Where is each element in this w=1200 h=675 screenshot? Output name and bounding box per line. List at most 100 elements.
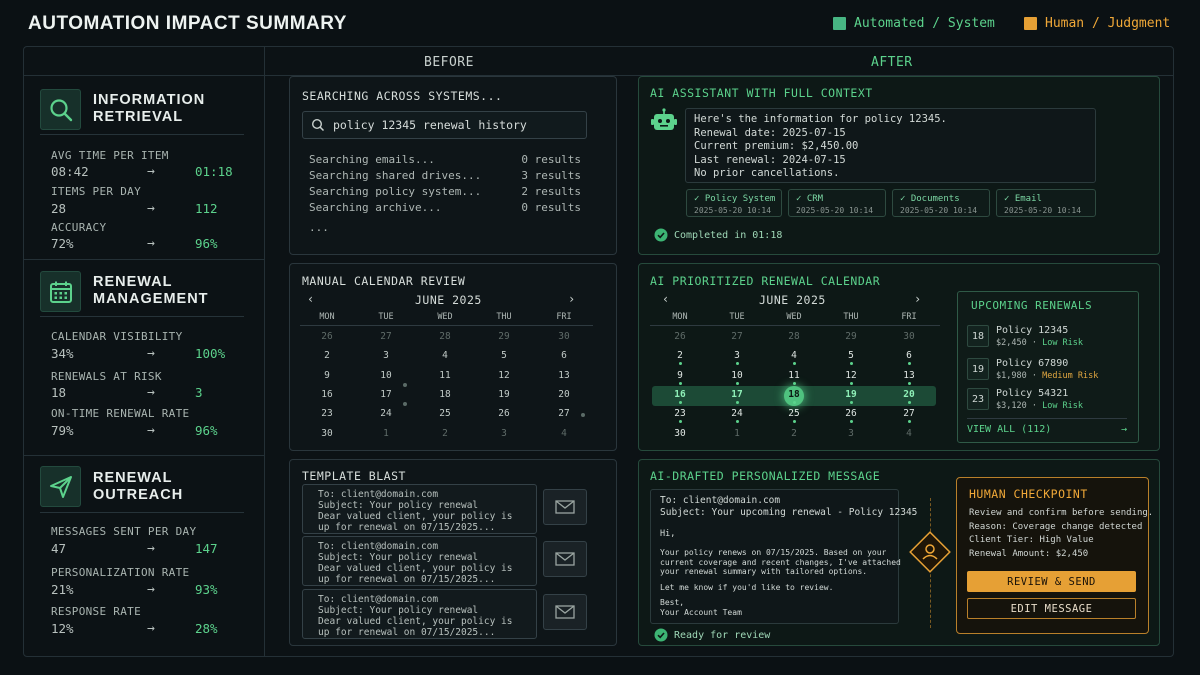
calendar-day[interactable]: 18 [779,389,809,400]
calendar-day[interactable]: 9 [312,370,342,381]
section-underline [40,512,244,513]
calendar-day[interactable]: 12 [836,370,866,381]
calendar-day[interactable]: 29 [489,331,519,342]
metric-label: ITEMS PER DAY [51,185,141,198]
template-blast-title: TEMPLATE BLAST [302,469,406,483]
calendar-day[interactable]: 18 [430,389,460,400]
calendar-day[interactable]: 27 [722,331,752,342]
source-chip[interactable]: ✓ Policy System 2025-05-20 10:14 [686,189,782,217]
calendar-day[interactable]: 24 [722,408,752,419]
calendar-day[interactable]: 16 [665,389,695,400]
section-title-renewal-management: RENEWAL MANAGEMENT [93,274,209,307]
calendar-day[interactable]: 27 [549,408,579,419]
calendar-day[interactable]: 28 [779,331,809,342]
calendar-day[interactable]: 10 [722,370,752,381]
calendar-day[interactable]: 29 [836,331,866,342]
chevron-left-icon[interactable]: ‹ [662,292,669,306]
calendar-day[interactable]: 23 [312,408,342,419]
renewal-dot [850,382,853,385]
column-divider [264,47,265,656]
calendar-day[interactable]: 1 [722,428,752,439]
calendar-day[interactable]: 2 [665,350,695,361]
ready-status: Ready for review [654,628,770,642]
calendar-day[interactable]: 16 [312,389,342,400]
calendar-day[interactable]: 3 [836,428,866,439]
arrow-right-icon: → [1120,424,1127,435]
calendar-day[interactable]: 20 [894,389,924,400]
metric-after: 3 [195,385,203,400]
calendar-day[interactable]: 2 [312,350,342,361]
source-chip[interactable]: ✓ CRM 2025-05-20 10:14 [788,189,886,217]
ai-calendar-title: AI PRIORITIZED RENEWAL CALENDAR [650,274,881,288]
ai-message-title: AI-DRAFTED PERSONALIZED MESSAGE [650,469,881,483]
metric-label: AVG TIME PER ITEM [51,149,169,162]
renewal-dot [736,420,739,423]
calendar-day[interactable]: 6 [894,350,924,361]
calendar-day[interactable]: 17 [722,389,752,400]
calendar-day[interactable]: 28 [430,331,460,342]
renewal-item[interactable]: 23 Policy 54321 $3,120 · Low Risk [967,388,1127,414]
calendar-day[interactable]: 30 [894,331,924,342]
weekday-label: FRI [556,312,572,322]
calendar-day[interactable]: 4 [894,428,924,439]
calendar-day[interactable]: 4 [430,350,460,361]
calendar-day[interactable]: 12 [489,370,519,381]
row-divider-2 [24,455,265,456]
calendar-day[interactable]: 10 [371,370,401,381]
view-all-link[interactable]: VIEW ALL (112) → [967,424,1127,435]
metric-after: 147 [195,541,218,556]
calendar-day[interactable]: 23 [665,408,695,419]
metric-after: 112 [195,201,218,216]
renewal-dot [908,362,911,365]
calendar-day[interactable]: 30 [312,428,342,439]
renewal-item[interactable]: 18 Policy 12345 $2,450 · Low Risk [967,325,1127,351]
calendar-day[interactable]: 4 [779,350,809,361]
assistant-panel-title: AI ASSISTANT WITH FULL CONTEXT [650,86,873,100]
chevron-left-icon[interactable]: ‹ [307,292,314,306]
calendar-day[interactable]: 6 [549,350,579,361]
calendar-day[interactable]: 26 [836,408,866,419]
calendar-day[interactable]: 17 [371,389,401,400]
calendar-day[interactable]: 19 [836,389,866,400]
calendar-day[interactable]: 20 [549,389,579,400]
arrow-icon: → [147,164,155,179]
calendar-day[interactable]: 25 [430,408,460,419]
checkpoint-details: Review and confirm before sending. Reaso… [969,508,1154,559]
calendar-day[interactable]: 2 [430,428,460,439]
calendar-day[interactable]: 11 [779,370,809,381]
chevron-right-icon[interactable]: › [568,292,575,306]
calendar-day[interactable]: 30 [665,428,695,439]
calendar-day[interactable]: 9 [665,370,695,381]
calendar-day[interactable]: 4 [549,428,579,439]
calendar-day[interactable]: 25 [779,408,809,419]
section-title-outreach: RENEWAL OUTREACH [93,470,184,503]
chevron-right-icon[interactable]: › [914,292,921,306]
calendar-day[interactable]: 3 [722,350,752,361]
calendar-day[interactable]: 3 [371,350,401,361]
weekday-label: MON [672,312,688,322]
calendar-day[interactable]: 11 [430,370,460,381]
calendar-day[interactable]: 13 [549,370,579,381]
event-dot [581,413,585,417]
calendar-day[interactable]: 27 [894,408,924,419]
source-chip[interactable]: ✓ Documents 2025-05-20 10:14 [892,189,990,217]
review-send-button[interactable]: REVIEW & SEND [967,571,1136,592]
calendar-day[interactable]: 24 [371,408,401,419]
calendar-day[interactable]: 19 [489,389,519,400]
calendar-day[interactable]: 13 [894,370,924,381]
calendar-day[interactable]: 30 [549,331,579,342]
calendar-day[interactable]: 5 [489,350,519,361]
renewal-item[interactable]: 19 Policy 67890 $1,980 · Medium Risk [967,358,1127,384]
source-chip[interactable]: ✓ Email 2025-05-20 10:14 [996,189,1096,217]
calendar-day[interactable]: 26 [489,408,519,419]
calendar-day[interactable]: 3 [489,428,519,439]
search-input[interactable]: policy 12345 renewal history [302,111,587,139]
edit-message-button[interactable]: EDIT MESSAGE [967,598,1136,619]
calendar-day[interactable]: 27 [371,331,401,342]
calendar-day[interactable]: 26 [665,331,695,342]
calendar-day[interactable]: 1 [371,428,401,439]
calendar-day[interactable]: 26 [312,331,342,342]
calendar-day[interactable]: 2 [779,428,809,439]
search-ellipsis: ... [309,221,329,234]
calendar-day[interactable]: 5 [836,350,866,361]
